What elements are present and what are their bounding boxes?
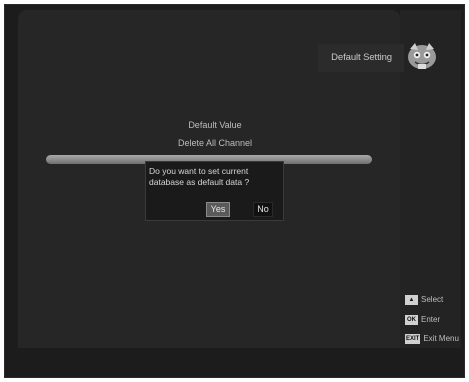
legend-select: ▲ Select — [405, 294, 443, 306]
yes-button[interactable]: Yes — [206, 202, 230, 217]
legend-select-label: Select — [421, 295, 444, 304]
legend-exit: EXIT Exit Menu — [405, 333, 459, 345]
mascot-logo-icon — [408, 43, 436, 69]
dialog-message: Do you want to set current database as d… — [149, 166, 250, 187]
up-arrow-key-icon: ▲ — [405, 294, 418, 305]
legend-exit-label: Exit Menu — [423, 334, 459, 343]
menu-item-default-value[interactable]: Default Value — [115, 120, 315, 130]
ok-key-icon: OK — [405, 314, 418, 325]
legend-enter-label: Enter — [421, 315, 441, 324]
menu-item-delete-all-channel[interactable]: Delete All Channel — [115, 138, 315, 148]
no-button[interactable]: No — [253, 202, 273, 217]
legend-enter: OK Enter — [405, 314, 440, 326]
exit-key-icon: EXIT — [405, 333, 421, 344]
page-title: Default Setting — [331, 52, 392, 63]
